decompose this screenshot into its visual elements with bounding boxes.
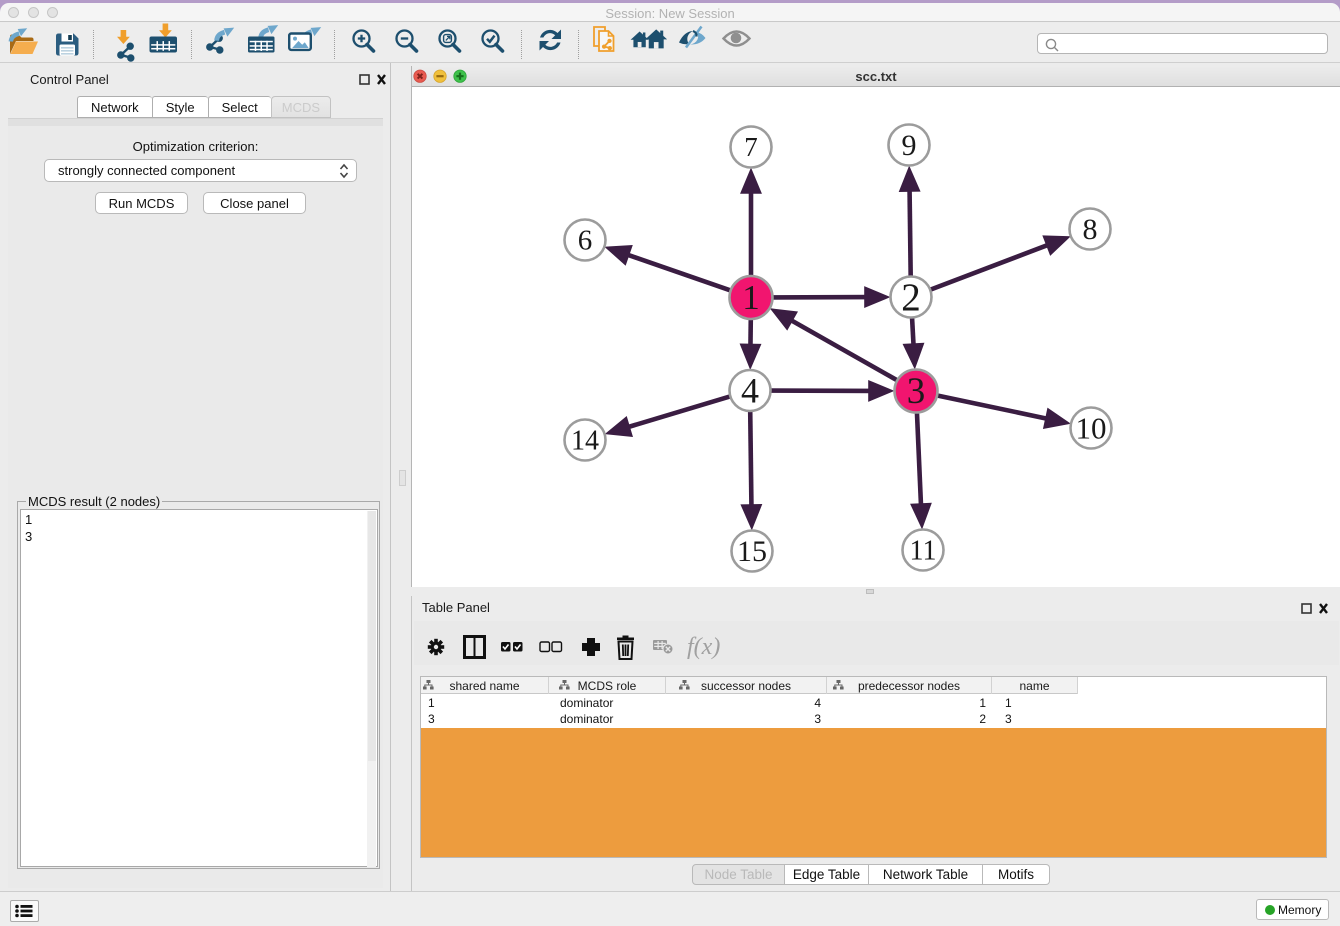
- svg-text:11: 11: [910, 535, 937, 566]
- svg-text:4: 4: [741, 370, 759, 410]
- svg-text:3: 3: [907, 371, 926, 412]
- svg-text:7: 7: [744, 132, 758, 162]
- svg-text:f(x): f(x): [687, 634, 720, 660]
- svg-text:8: 8: [1083, 213, 1098, 246]
- svg-text:14: 14: [571, 425, 599, 456]
- svg-text:10: 10: [1076, 410, 1107, 445]
- svg-text:6: 6: [578, 225, 593, 257]
- svg-text:15: 15: [737, 535, 767, 568]
- svg-text:1: 1: [742, 278, 760, 317]
- svg-text:2: 2: [901, 276, 921, 319]
- svg-text:9: 9: [902, 129, 917, 162]
